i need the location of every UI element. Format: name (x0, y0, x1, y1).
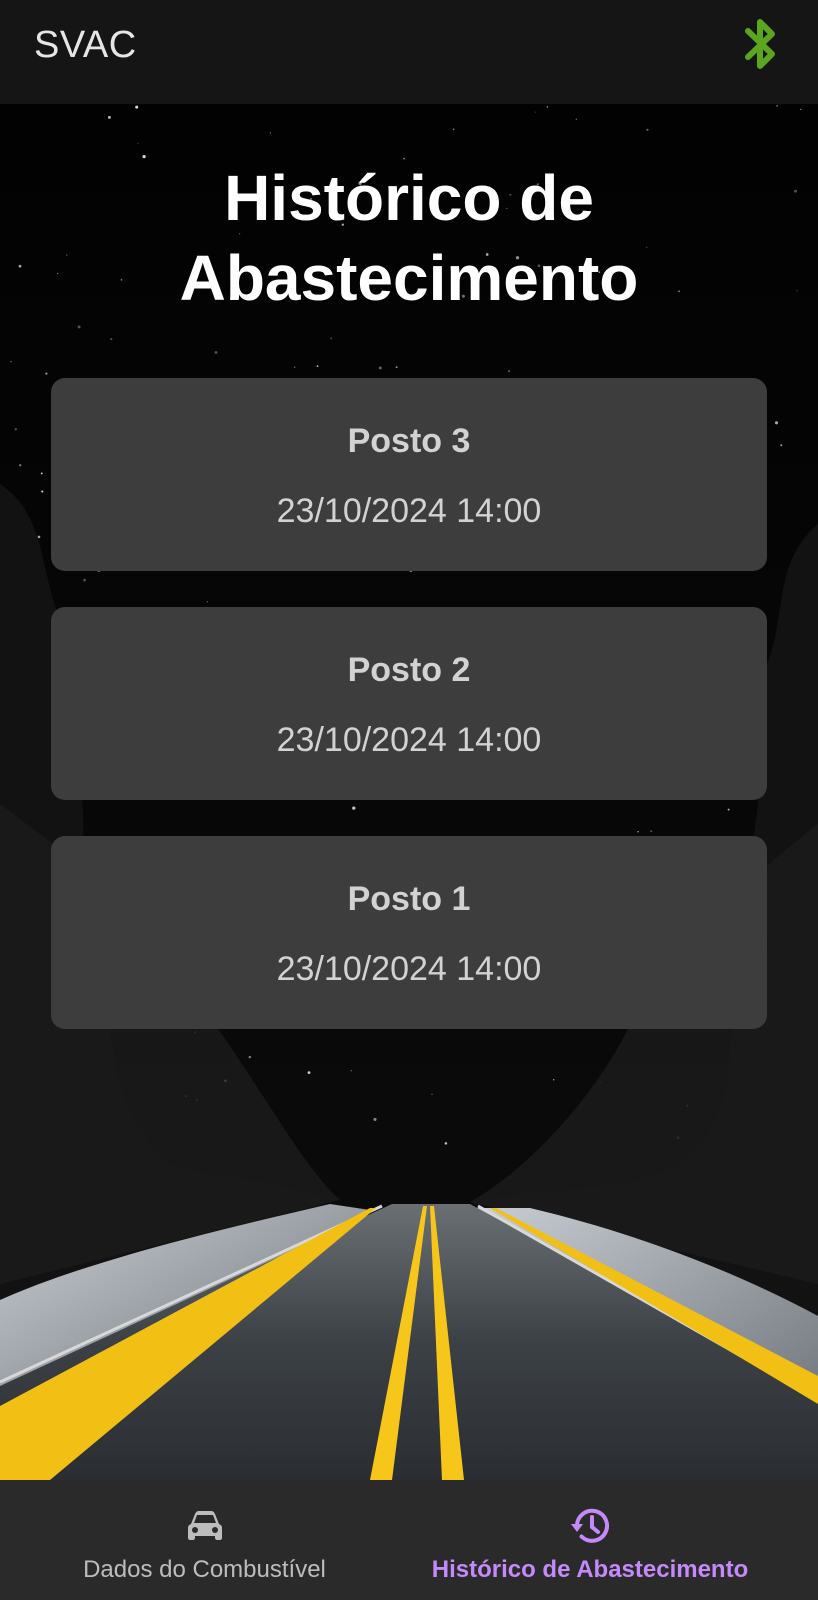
app-screen: SVAC Histórico de Abastecimento Posto 3 … (0, 0, 818, 1600)
nav-fuel-data[interactable]: Dados do Combustível (0, 1480, 409, 1600)
refuel-datetime: 23/10/2024 14:00 (276, 492, 542, 530)
refuel-datetime: 23/10/2024 14:00 (276, 721, 542, 759)
nav-fuel-data-label: Dados do Combustível (83, 1556, 326, 1583)
station-name: Posto 3 (347, 422, 471, 460)
page-title-line1: Histórico de (224, 162, 594, 234)
page-title-line2: Abastecimento (179, 242, 639, 314)
nav-refuel-history-label: Histórico de Abastecimento (431, 1556, 749, 1583)
page-title: Histórico de Abastecimento (0, 158, 818, 318)
bluetooth-button[interactable] (740, 14, 784, 74)
app-bar: SVAC (0, 0, 818, 104)
station-name: Posto 2 (347, 651, 471, 689)
refuel-datetime: 23/10/2024 14:00 (276, 950, 542, 988)
nav-refuel-history[interactable]: Histórico de Abastecimento (380, 1480, 800, 1600)
bluetooth-icon (745, 19, 775, 69)
history-card[interactable]: Posto 1 23/10/2024 14:00 (51, 836, 767, 1029)
history-card[interactable]: Posto 3 23/10/2024 14:00 (51, 378, 767, 571)
history-icon (571, 1508, 609, 1543)
history-card[interactable]: Posto 2 23/10/2024 14:00 (51, 607, 767, 800)
station-name: Posto 1 (347, 880, 471, 918)
app-title: SVAC (34, 24, 137, 66)
bottom-navigation: Dados do Combustível Histórico de Abaste… (0, 1480, 818, 1600)
car-icon (187, 1511, 222, 1540)
